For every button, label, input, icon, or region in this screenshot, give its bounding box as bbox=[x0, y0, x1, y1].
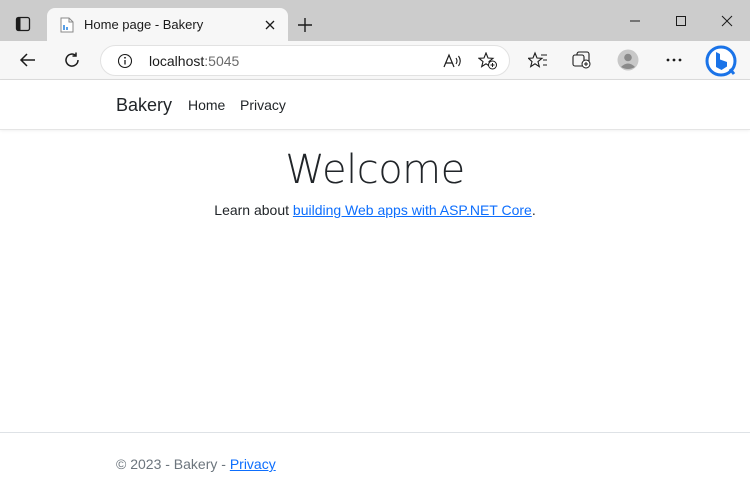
nav-link-home[interactable]: Home bbox=[188, 97, 225, 113]
close-icon bbox=[721, 15, 733, 27]
avatar bbox=[617, 49, 639, 71]
browser-tab-strip: Home page - Bakery bbox=[0, 0, 750, 41]
bing-icon bbox=[705, 45, 737, 77]
read-aloud-icon bbox=[443, 53, 461, 68]
maximize-icon bbox=[676, 16, 686, 26]
refresh-button[interactable] bbox=[57, 45, 87, 75]
site-navbar: Bakery Home Privacy bbox=[0, 80, 750, 130]
window-maximize-button[interactable] bbox=[658, 6, 704, 36]
window-close-button[interactable] bbox=[704, 6, 750, 36]
main-content: Welcome Learn about building Web apps wi… bbox=[0, 140, 750, 218]
tab-close-icon[interactable] bbox=[260, 15, 280, 35]
site-info-icon[interactable] bbox=[117, 53, 133, 69]
profile-button[interactable] bbox=[613, 45, 643, 75]
favorites-button[interactable] bbox=[523, 45, 553, 75]
address-bar[interactable]: localhost:5045 bbox=[100, 45, 510, 76]
read-aloud-button[interactable] bbox=[441, 50, 465, 72]
site-footer: © 2023 - Bakery - Privacy bbox=[0, 432, 750, 493]
url-text[interactable]: localhost:5045 bbox=[149, 53, 239, 69]
browser-tab-active[interactable]: Home page - Bakery bbox=[47, 8, 288, 41]
refresh-icon bbox=[65, 52, 79, 67]
footer-text: © 2023 - Bakery - Privacy bbox=[116, 456, 276, 472]
nav-link-privacy[interactable]: Privacy bbox=[240, 97, 286, 113]
intro-text: Learn about building Web apps with ASP.N… bbox=[0, 202, 750, 218]
arrow-left-icon bbox=[19, 53, 35, 67]
collections-icon bbox=[572, 51, 591, 69]
collections-button[interactable] bbox=[567, 45, 597, 75]
tab-actions-icon bbox=[15, 16, 31, 32]
browser-toolbar: localhost:5045 bbox=[0, 41, 750, 80]
window-minimize-button[interactable] bbox=[612, 6, 658, 36]
star-add-icon bbox=[478, 52, 497, 70]
url-port: :5045 bbox=[204, 53, 240, 69]
back-button[interactable] bbox=[13, 45, 43, 75]
aspnet-docs-link[interactable]: building Web apps with ASP.NET Core bbox=[293, 202, 532, 218]
add-favorite-button[interactable] bbox=[476, 50, 500, 72]
page-favicon-icon bbox=[59, 17, 75, 33]
tab-actions-button[interactable] bbox=[8, 10, 38, 38]
settings-more-button[interactable] bbox=[659, 45, 689, 75]
tab-title: Home page - Bakery bbox=[84, 17, 204, 32]
plus-icon bbox=[298, 18, 312, 32]
new-tab-button[interactable] bbox=[292, 12, 318, 38]
footer-copyright: © 2023 - Bakery - bbox=[116, 456, 230, 472]
navbar-brand-link[interactable]: Bakery bbox=[116, 95, 172, 116]
more-horizontal-icon bbox=[666, 58, 682, 62]
footer-privacy-link[interactable]: Privacy bbox=[230, 456, 276, 472]
page-title: Welcome bbox=[285, 147, 465, 193]
favorites-icon bbox=[528, 51, 547, 68]
minimize-icon bbox=[630, 20, 640, 22]
bing-chat-button[interactable] bbox=[704, 44, 738, 78]
intro-suffix: . bbox=[531, 202, 536, 218]
url-host: localhost bbox=[149, 53, 205, 69]
intro-prefix: Learn about bbox=[214, 202, 293, 218]
